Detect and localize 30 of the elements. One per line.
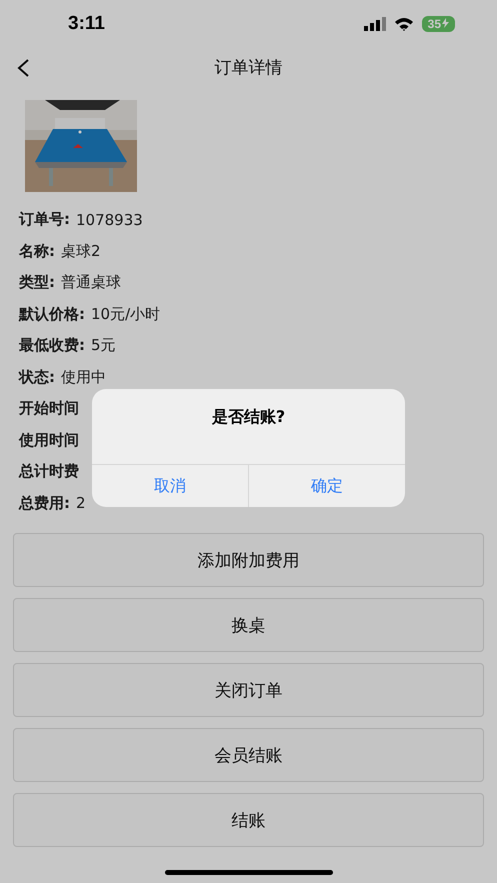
bolt-icon — [442, 18, 449, 28]
action-button[interactable]: 结账 — [13, 793, 484, 847]
action-button[interactable]: 关闭订单 — [13, 663, 484, 717]
field-value: 普通桌球 — [61, 273, 121, 292]
field-label: 默认价格: — [19, 304, 85, 324]
field-value: 1078933 — [76, 210, 143, 229]
action-button[interactable]: 换桌 — [13, 598, 484, 652]
field-value: 桌球2 — [61, 242, 101, 261]
wifi-icon — [394, 17, 414, 31]
signal-icon — [364, 17, 386, 31]
field-label: 开始时间 — [19, 399, 79, 418]
action-button[interactable]: 会员结账 — [13, 728, 484, 782]
field-value: 10元/小时 — [91, 304, 160, 324]
status-time: 3:11 — [68, 13, 105, 35]
battery-indicator: 35 — [422, 16, 455, 32]
field-label: 最低收费: — [19, 336, 85, 356]
back-icon[interactable] — [16, 58, 30, 78]
field-value: 2 — [76, 494, 86, 512]
field-label: 类型: — [19, 273, 55, 292]
field-value: 使用中 — [61, 368, 106, 387]
field-value: 5元 — [91, 336, 116, 356]
field-label: 订单号: — [19, 210, 70, 230]
action-button[interactable]: 添加附加费用 — [13, 533, 484, 587]
field-label: 使用时间 — [19, 430, 79, 450]
field-label: 状态: — [19, 368, 55, 387]
dialog-title: 是否结账? — [212, 407, 286, 428]
field-label: 名称: — [19, 242, 55, 261]
page-title: 订单详情 — [214, 56, 282, 78]
field-label: 总费用: — [19, 494, 70, 513]
field-label: 总计时费 — [19, 462, 79, 482]
